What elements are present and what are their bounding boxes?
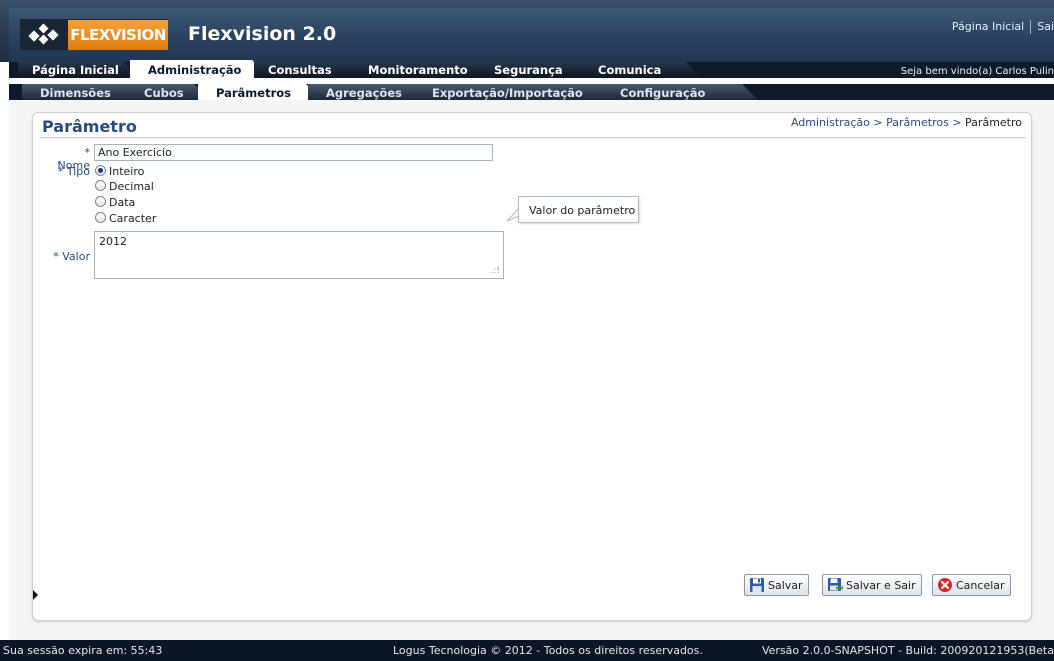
radio-label: Inteiro — [109, 165, 145, 178]
breadcrumb: Administração > Parâmetros > Parâmetro — [791, 116, 1022, 129]
version-info: Versão 2.0.0-SNAPSHOT - Build: 200920121… — [761, 644, 1054, 657]
parameter-panel — [32, 112, 1032, 621]
tab-monitoramento[interactable]: Monitoramento — [350, 60, 496, 78]
cancel-button[interactable]: Cancelar — [932, 574, 1011, 596]
status-bar: Sua sessão expira em: 55:43 Logus Tecnol… — [0, 640, 1054, 661]
brand-name: FLEXVISION — [68, 20, 168, 50]
subtab-parametros[interactable]: Parâmetros — [198, 84, 322, 100]
main-tabs: Página Inicial Administração Consultas M… — [18, 60, 1054, 78]
tab-administracao[interactable]: Administração — [130, 60, 270, 78]
top-links: Página Inicial Sai — [952, 20, 1054, 34]
home-link[interactable]: Página Inicial — [952, 20, 1024, 33]
breadcrumb-separator: > — [873, 116, 883, 129]
radio-icon[interactable] — [95, 212, 106, 223]
sub-tabs: Dimensões Cubos Parâmetros Agregações Ex… — [22, 84, 1054, 100]
nome-field[interactable]: Ano Exercicio — [94, 144, 493, 161]
save-and-exit-button[interactable]: Salvar e Sair — [822, 574, 922, 596]
valor-label-text: Valor — [62, 250, 90, 263]
tipo-label-text: Tipo — [66, 165, 90, 178]
radio-selected-icon[interactable] — [95, 165, 106, 176]
cancel-label: Cancelar — [956, 579, 1005, 592]
panel-title: Parâmetro — [42, 117, 137, 136]
expand-arrow-icon[interactable] — [33, 590, 38, 600]
valor-text: 2012 — [99, 235, 127, 248]
required-mark: * — [57, 165, 64, 178]
side-panel-toggle[interactable] — [9, 580, 38, 612]
radio-inteiro[interactable]: Inteiro — [95, 165, 144, 178]
logout-link[interactable]: Sai — [1037, 20, 1054, 33]
breadcrumb-current: Parâmetro — [965, 116, 1022, 129]
valor-textarea[interactable]: 2012 .:! — [94, 231, 504, 279]
breadcrumb-separator: > — [952, 116, 962, 129]
welcome-text: Seja bem vindo(a) Carlos Pulin — [900, 66, 1054, 77]
required-mark: * — [53, 250, 59, 263]
radio-label: Decimal — [109, 180, 154, 193]
session-timer: Sua sessão expira em: 55:43 — [3, 644, 163, 657]
breadcrumb-administracao[interactable]: Administração — [791, 116, 870, 129]
floppy-disk-exit-icon — [828, 578, 843, 591]
valor-label: * Valor — [50, 250, 90, 263]
subtab-cubos[interactable]: Cubos — [126, 84, 210, 100]
subtab-exportacao-importacao[interactable]: Exportação/Importação — [414, 84, 620, 100]
divider — [1030, 20, 1032, 34]
radio-icon[interactable] — [95, 180, 106, 191]
radio-icon[interactable] — [95, 196, 106, 207]
flexvision-logo-icon — [28, 23, 59, 45]
required-mark: * — [84, 146, 91, 159]
cancel-x-icon — [938, 578, 952, 592]
title-divider — [40, 137, 1026, 138]
tipo-label: * Tipo — [50, 165, 90, 178]
subtab-dimensoes[interactable]: Dimensões — [22, 84, 142, 100]
radio-label: Data — [109, 196, 136, 209]
valor-tooltip: Valor do parâmetro — [518, 196, 639, 223]
radio-data[interactable]: Data — [95, 196, 135, 209]
radio-caracter[interactable]: Caracter — [95, 212, 156, 225]
save-button[interactable]: Salvar — [744, 574, 809, 596]
radio-label: Caracter — [109, 212, 157, 225]
breadcrumb-parametros[interactable]: Parâmetros — [886, 116, 949, 129]
save-label: Salvar — [768, 579, 803, 592]
floppy-disk-icon — [750, 578, 764, 592]
copyright: Logus Tecnologia © 2012 - Todos os direi… — [393, 644, 703, 657]
save-exit-label: Salvar e Sair — [846, 579, 916, 592]
subtab-configuracao[interactable]: Configuração — [602, 84, 758, 100]
app-title: Flexvision 2.0 — [188, 23, 337, 45]
tab-pagina-inicial[interactable]: Página Inicial — [18, 60, 140, 78]
tab-comunica[interactable]: Comunica — [582, 60, 702, 78]
resize-grip-icon[interactable]: .:! — [490, 266, 500, 276]
radio-decimal[interactable]: Decimal — [95, 180, 154, 193]
